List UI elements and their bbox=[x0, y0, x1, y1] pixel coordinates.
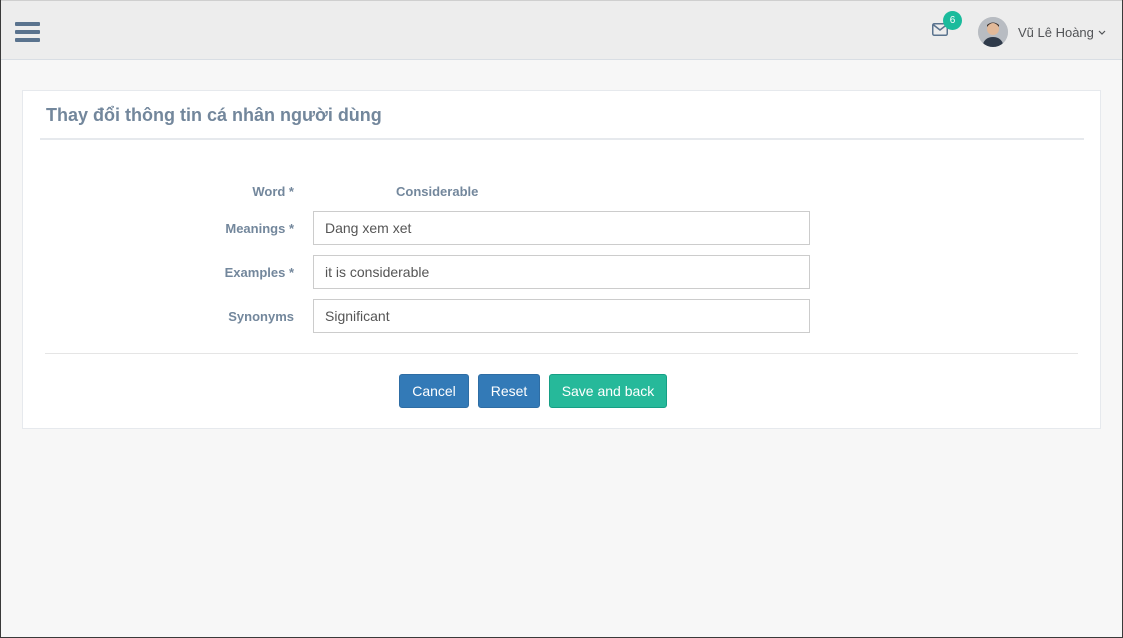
meanings-input[interactable] bbox=[313, 211, 810, 245]
notification-badge: 6 bbox=[943, 11, 962, 30]
cancel-button[interactable]: Cancel bbox=[399, 374, 469, 408]
title-divider bbox=[40, 138, 1084, 140]
user-profile-menu[interactable]: Vũ Lê Hoàng bbox=[978, 17, 1106, 47]
reset-button[interactable]: Reset bbox=[478, 374, 540, 408]
form-divider bbox=[45, 353, 1078, 354]
examples-label: Examples * bbox=[224, 265, 294, 280]
word-value: Considerable bbox=[396, 184, 479, 199]
chevron-down-icon bbox=[1098, 23, 1106, 41]
synonyms-input[interactable] bbox=[313, 299, 810, 333]
page-title: Thay đổi thông tin cá nhân người dùng bbox=[46, 105, 382, 125]
menu-toggle-icon[interactable] bbox=[15, 20, 41, 42]
word-label: Word * bbox=[252, 184, 294, 199]
avatar bbox=[978, 17, 1008, 47]
edit-word-panel: Thay đổi thông tin cá nhân người dùng Wo… bbox=[22, 90, 1101, 429]
save-and-back-button[interactable]: Save and back bbox=[549, 374, 667, 408]
top-navbar: 6 Vũ Lê Hoàng bbox=[1, 0, 1122, 60]
meanings-label: Meanings * bbox=[225, 221, 294, 236]
synonyms-label: Synonyms bbox=[228, 309, 294, 324]
user-name: Vũ Lê Hoàng bbox=[1018, 24, 1094, 40]
examples-input[interactable] bbox=[313, 255, 810, 289]
